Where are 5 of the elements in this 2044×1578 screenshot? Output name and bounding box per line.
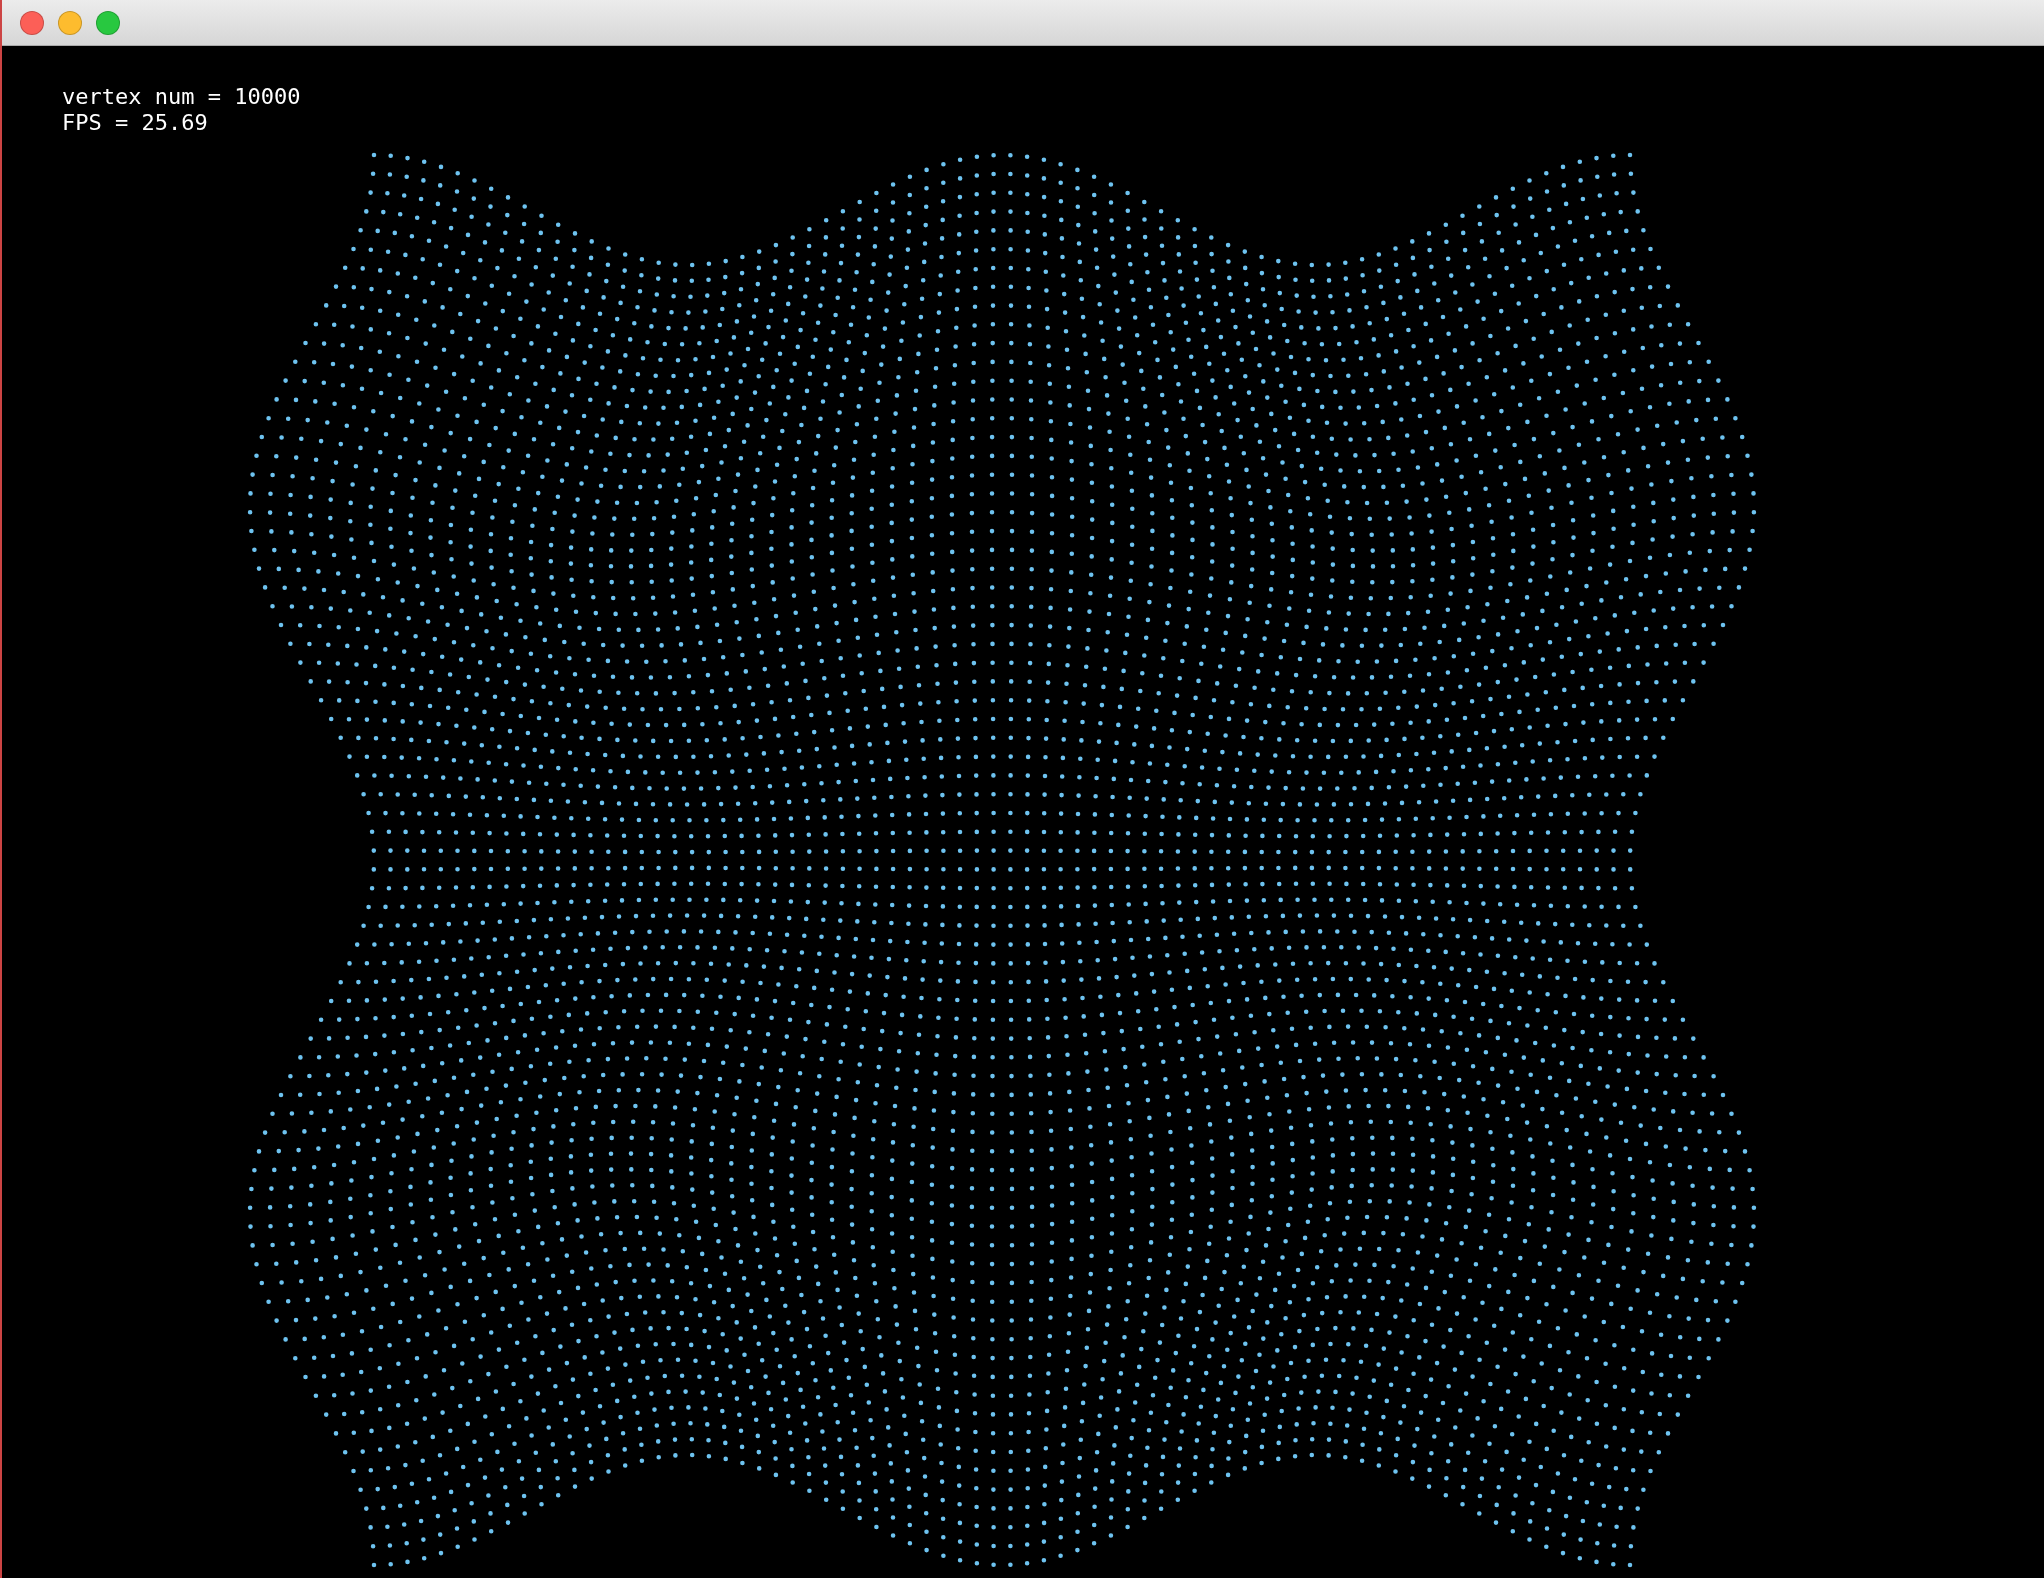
minimize-button[interactable]	[58, 10, 82, 35]
stats-text: vertex num = 10000	[62, 84, 301, 110]
zoom-button[interactable]	[96, 10, 120, 35]
close-button[interactable]	[20, 10, 44, 35]
stats-text: FPS = 25.69	[62, 110, 209, 136]
